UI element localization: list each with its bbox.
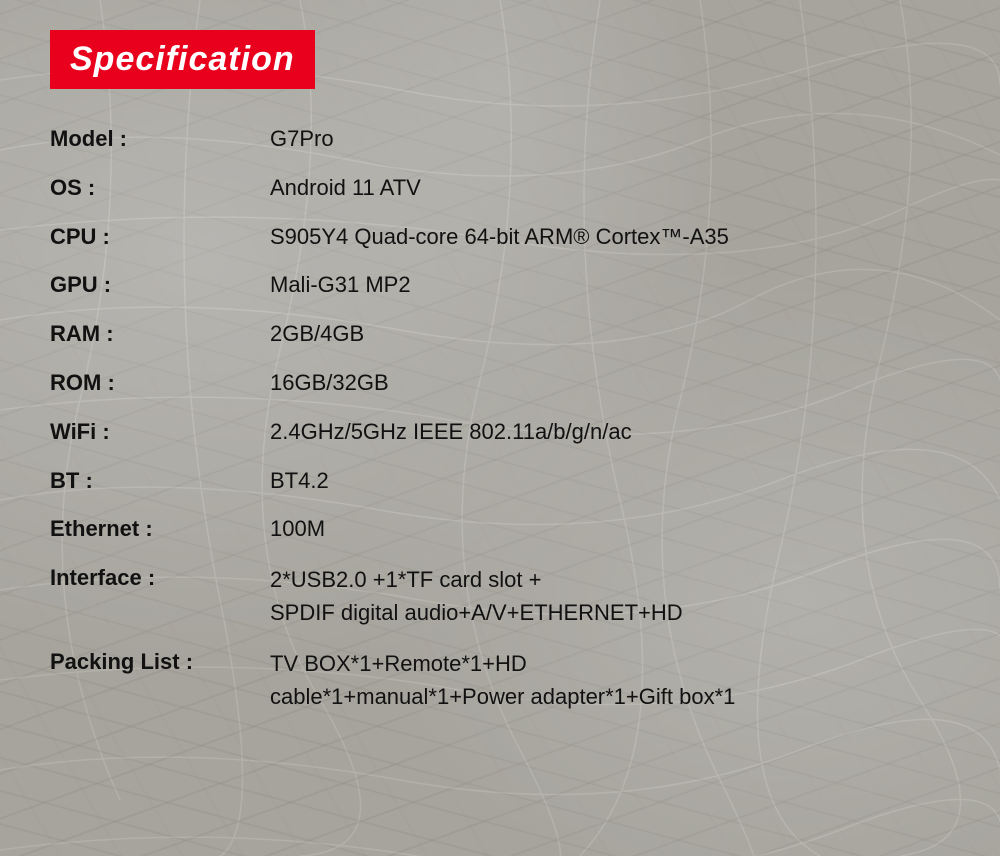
spec-row-ram: RAM : 2GB/4GB (50, 319, 950, 350)
spec-row-gpu: GPU : Mali-G31 MP2 (50, 270, 950, 301)
spec-label-packing: Packing List : (50, 647, 270, 678)
spec-label-ram: RAM : (50, 319, 270, 350)
spec-label-model: Model : (50, 124, 270, 155)
spec-value-interface: 2*USB2.0 +1*TF card slot + SPDIF digital… (270, 563, 950, 629)
spec-value-packing: TV BOX*1+Remote*1+HD cable*1+manual*1+Po… (270, 647, 950, 713)
spec-row-model: Model : G7Pro (50, 124, 950, 155)
specification-title: Specification (70, 40, 295, 78)
spec-value-ethernet: 100M (270, 514, 950, 545)
spec-row-interface: Interface : 2*USB2.0 +1*TF card slot + S… (50, 563, 950, 629)
packing-line-1: TV BOX*1+Remote*1+HD (270, 647, 950, 680)
spec-label-ethernet: Ethernet : (50, 514, 270, 545)
spec-value-bt: BT4.2 (270, 466, 950, 497)
spec-value-model: G7Pro (270, 124, 950, 155)
spec-value-ram: 2GB/4GB (270, 319, 950, 350)
interface-line-2: SPDIF digital audio+A/V+ETHERNET+HD (270, 596, 950, 629)
spec-row-os: OS : Android 11 ATV (50, 173, 950, 204)
packing-line-2: cable*1+manual*1+Power adapter*1+Gift bo… (270, 680, 950, 713)
spec-value-os: Android 11 ATV (270, 173, 950, 204)
spec-label-gpu: GPU : (50, 270, 270, 301)
spec-row-cpu: CPU : S905Y4 Quad-core 64-bit ARM® Corte… (50, 222, 950, 253)
spec-table: Model : G7Pro OS : Android 11 ATV CPU : … (50, 124, 950, 713)
interface-line-1: 2*USB2.0 +1*TF card slot + (270, 563, 950, 596)
spec-value-cpu: S905Y4 Quad-core 64-bit ARM® Cortex™-A35 (270, 222, 950, 253)
spec-value-wifi: 2.4GHz/5GHz IEEE 802.11a/b/g/n/ac (270, 417, 950, 448)
spec-label-cpu: CPU : (50, 222, 270, 253)
spec-row-ethernet: Ethernet : 100M (50, 514, 950, 545)
spec-label-bt: BT : (50, 466, 270, 497)
spec-row-packing: Packing List : TV BOX*1+Remote*1+HD cabl… (50, 647, 950, 713)
spec-value-gpu: Mali-G31 MP2 (270, 270, 950, 301)
spec-label-wifi: WiFi : (50, 417, 270, 448)
spec-label-interface: Interface : (50, 563, 270, 594)
specification-badge: Specification (50, 30, 315, 89)
spec-value-rom: 16GB/32GB (270, 368, 950, 399)
spec-row-bt: BT : BT4.2 (50, 466, 950, 497)
spec-row-wifi: WiFi : 2.4GHz/5GHz IEEE 802.11a/b/g/n/ac (50, 417, 950, 448)
spec-row-rom: ROM : 16GB/32GB (50, 368, 950, 399)
spec-label-os: OS : (50, 173, 270, 204)
spec-label-rom: ROM : (50, 368, 270, 399)
